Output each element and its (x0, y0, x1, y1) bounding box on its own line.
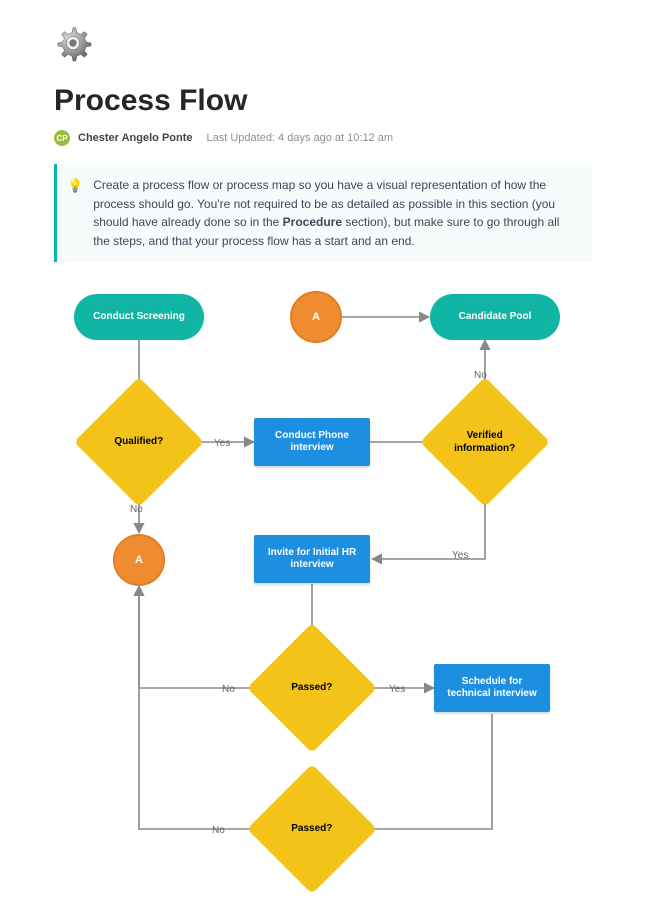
node-candidate-pool: Candidate Pool (430, 294, 560, 340)
author-name: Chester Angelo Ponte (78, 132, 193, 144)
last-updated: Last Updated: 4 days ago at 10:12 am (207, 132, 394, 144)
tip-text: Create a process flow or process map so … (93, 176, 578, 250)
avatar: CP (54, 130, 70, 146)
node-schedule-tech: Schedule for technical interview (434, 664, 550, 712)
tip-callout: 💡 Create a process flow or process map s… (54, 164, 592, 262)
flowchart: Yes No No Yes Yes No (54, 284, 594, 874)
svg-text:No: No (130, 504, 143, 515)
svg-text:Yes: Yes (214, 438, 230, 449)
meta-row: CP Chester Angelo Ponte Last Updated: 4 … (54, 130, 592, 146)
node-conduct-screening: Conduct Screening (74, 294, 204, 340)
node-conduct-phone: Conduct Phone interview (254, 418, 370, 466)
svg-text:No: No (222, 684, 235, 695)
svg-text:Yes: Yes (389, 684, 405, 695)
page-title: Process Flow (54, 84, 592, 118)
lightbulb-icon: 💡 (67, 176, 83, 250)
node-invite-hr: Invite for Initial HR interview (254, 535, 370, 583)
node-connector-a-left: A (113, 534, 165, 586)
svg-text:Yes: Yes (452, 550, 468, 561)
gear-icon (54, 24, 92, 62)
node-connector-a-top: A (290, 291, 342, 343)
svg-text:No: No (212, 825, 225, 836)
